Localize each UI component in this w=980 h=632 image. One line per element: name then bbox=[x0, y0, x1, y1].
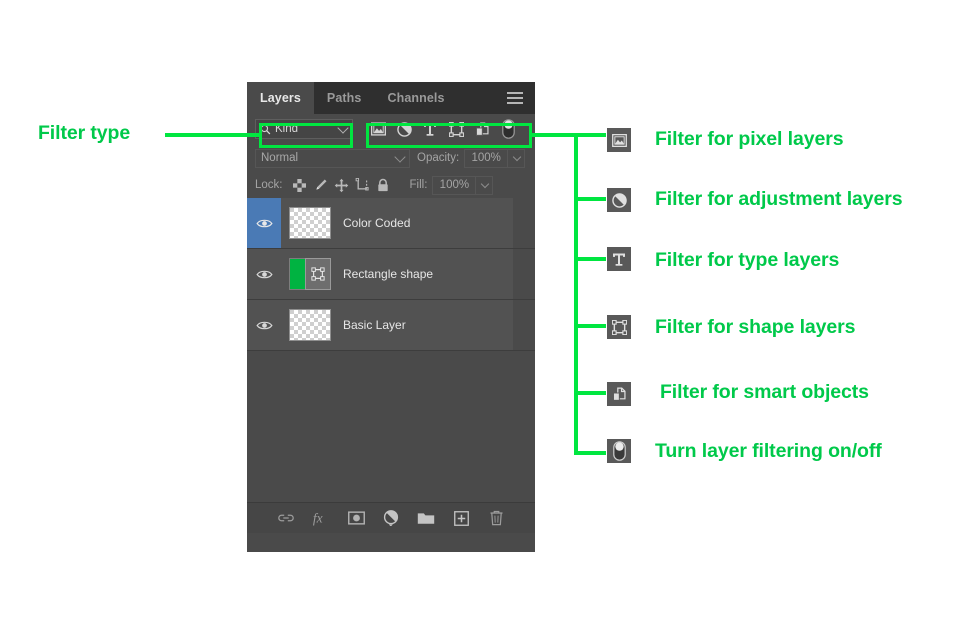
layers-panel: Layers Paths Channels Kind Normal Opacit… bbox=[247, 82, 535, 552]
filter-row: Kind bbox=[247, 114, 535, 144]
opacity-field[interactable]: 100% bbox=[464, 148, 509, 168]
filter-kind-select[interactable]: Kind bbox=[255, 119, 353, 139]
tab-channels[interactable]: Channels bbox=[374, 82, 457, 114]
lock-label: Lock: bbox=[255, 179, 283, 191]
chevron-down-icon bbox=[337, 122, 349, 134]
lock-transparent-pixels-icon[interactable] bbox=[289, 175, 310, 195]
annotation-branch-line bbox=[574, 197, 606, 201]
table-row[interactable]: Rectangle shape bbox=[247, 249, 535, 300]
annotation-icon-filter-toggle bbox=[607, 439, 631, 463]
tab-paths[interactable]: Paths bbox=[314, 82, 375, 114]
annotation-label-adjustment-layers: Filter for adjustment layers bbox=[655, 188, 903, 210]
chevron-down-icon bbox=[394, 151, 406, 163]
opacity-label: Opacity: bbox=[417, 152, 460, 164]
add-layer-mask-button[interactable] bbox=[345, 507, 367, 529]
annotation-branch-line bbox=[574, 257, 606, 261]
filter-icon-group bbox=[366, 118, 520, 140]
layer-row-gutter bbox=[513, 198, 535, 248]
layer-row-gutter bbox=[513, 249, 535, 299]
annotation-label-shape-layers: Filter for shape layers bbox=[655, 316, 856, 338]
layer-name: Rectangle shape bbox=[343, 267, 434, 281]
tab-paths-label: Paths bbox=[326, 91, 362, 105]
panel-tab-strip: Layers Paths Channels bbox=[247, 82, 535, 114]
annotation-label-smart-objects: Filter for smart objects bbox=[660, 381, 869, 403]
annotation-icon-pixel-layers bbox=[607, 128, 631, 152]
link-layers-button[interactable] bbox=[275, 507, 297, 529]
layer-visibility-toggle[interactable] bbox=[247, 198, 281, 248]
filter-kind-label: Kind bbox=[275, 123, 299, 135]
delete-layer-button[interactable] bbox=[485, 507, 507, 529]
annotation-label-pixel-layers: Filter for pixel layers bbox=[655, 128, 844, 150]
menu-line bbox=[507, 97, 523, 99]
new-layer-button[interactable] bbox=[450, 507, 472, 529]
lock-position-icon[interactable] bbox=[331, 175, 352, 195]
opacity-value: 100% bbox=[471, 152, 501, 164]
tab-layers-label: Layers bbox=[260, 91, 301, 105]
annotation-trunk-line bbox=[574, 133, 578, 455]
annotation-icon-type-layers bbox=[607, 247, 631, 271]
layer-thumbnail[interactable] bbox=[289, 309, 331, 341]
fill-label: Fill: bbox=[409, 179, 428, 191]
annotation-leader-line-filter-type bbox=[165, 133, 259, 137]
lock-all-icon[interactable] bbox=[373, 175, 394, 195]
blend-mode-select[interactable]: Normal bbox=[255, 148, 410, 168]
annotation-label-filter-toggle: Turn layer filtering on/off bbox=[655, 440, 882, 462]
magnifier-icon bbox=[260, 124, 271, 135]
fill-field[interactable]: 100% bbox=[432, 175, 477, 195]
layer-list: Color Coded Rectangle shape Basic Layer bbox=[247, 198, 535, 502]
layer-visibility-toggle[interactable] bbox=[247, 300, 281, 350]
layer-visibility-toggle[interactable] bbox=[247, 249, 281, 299]
annotation-filter-type-label: Filter type bbox=[38, 122, 131, 144]
blend-mode-row: Normal Opacity: 100% bbox=[247, 144, 535, 172]
menu-line bbox=[507, 92, 523, 94]
svg-text:fx: fx bbox=[313, 511, 323, 526]
layer-thumbnail[interactable] bbox=[289, 258, 331, 290]
lock-image-pixels-icon[interactable] bbox=[310, 175, 331, 195]
annotation-branch-line bbox=[574, 324, 606, 328]
annotation-branch-line bbox=[574, 133, 606, 137]
table-row[interactable]: Color Coded bbox=[247, 198, 535, 249]
layer-row-gutter bbox=[513, 300, 535, 350]
new-group-button[interactable] bbox=[415, 507, 437, 529]
hamburger-menu-icon[interactable] bbox=[504, 82, 526, 114]
lock-artboard-nesting-icon[interactable] bbox=[352, 175, 373, 195]
layer-filter-toggle[interactable] bbox=[496, 118, 520, 140]
fill-value: 100% bbox=[439, 179, 470, 191]
layers-panel-bottom-bar: fx bbox=[247, 502, 535, 533]
layer-name: Basic Layer bbox=[343, 318, 406, 332]
annotation-icon-smart-objects bbox=[607, 382, 631, 406]
filter-pixel-layers-icon[interactable] bbox=[366, 118, 390, 140]
menu-line bbox=[507, 102, 523, 104]
annotation-label-type-layers: Filter for type layers bbox=[655, 249, 840, 271]
chevron-down-icon bbox=[481, 179, 490, 189]
vector-mask-thumbnail[interactable] bbox=[305, 258, 331, 290]
filter-shape-layers-icon[interactable] bbox=[444, 118, 468, 140]
annotation-icon-adjustment-layers bbox=[607, 188, 631, 212]
tab-channels-label: Channels bbox=[387, 91, 445, 105]
filter-adjustment-layers-icon[interactable] bbox=[392, 118, 416, 140]
chevron-down-icon bbox=[512, 152, 522, 162]
filter-smart-objects-icon[interactable] bbox=[470, 118, 494, 140]
annotation-stem-line bbox=[532, 133, 578, 137]
table-row[interactable]: Basic Layer bbox=[247, 300, 535, 351]
layer-list-empty-area bbox=[247, 351, 535, 502]
annotation-branch-line bbox=[574, 391, 606, 395]
layer-style-button[interactable]: fx bbox=[310, 507, 332, 529]
annotation-icon-shape-layers bbox=[607, 315, 631, 339]
fill-stepper[interactable] bbox=[476, 175, 494, 195]
opacity-stepper[interactable] bbox=[508, 148, 526, 168]
layer-thumbnail[interactable] bbox=[289, 207, 331, 239]
new-adjustment-layer-button[interactable] bbox=[380, 507, 402, 529]
filter-type-layers-icon[interactable] bbox=[418, 118, 442, 140]
blend-mode-value: Normal bbox=[261, 152, 299, 164]
annotation-branch-line bbox=[574, 451, 606, 455]
lock-row: Lock: Fill: 100% bbox=[247, 172, 535, 198]
tab-layers[interactable]: Layers bbox=[247, 82, 314, 114]
layer-name: Color Coded bbox=[343, 216, 411, 230]
